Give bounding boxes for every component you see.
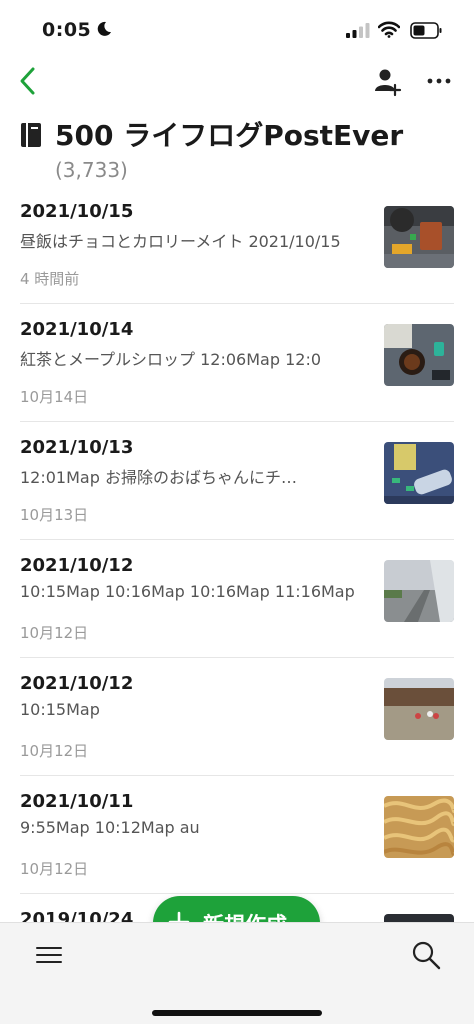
note-thumbnail-image (384, 324, 454, 386)
note-thumbnail-image (384, 678, 454, 740)
note-thumbnail-image (384, 206, 454, 268)
note-title: 2021/10/14 (20, 319, 134, 340)
note-item[interactable]: 2021/10/14 紅茶とメープルシロップ 12:06Map 12:0 10月… (20, 304, 454, 422)
note-item[interactable]: 2021/10/12 10:15Map 10月12日 (20, 658, 454, 776)
signal-icon (346, 23, 370, 38)
note-snippet: 12:01Map お掃除のおばちゃんにチ… (20, 468, 297, 487)
bottom-toolbar (0, 922, 474, 1024)
note-thumbnail-image (384, 560, 454, 622)
note-thumbnail-image (384, 796, 454, 858)
note-list: 2021/10/15 昼飯はチョコとカロリーメイト 2021/10/15 4 時… (0, 186, 474, 922)
note-item[interactable]: 2021/10/15 昼飯はチョコとカロリーメイト 2021/10/15 4 時… (20, 186, 454, 304)
battery-icon (410, 22, 442, 39)
note-snippet: 昼飯はチョコとカロリーメイト 2021/10/15 (20, 232, 341, 251)
note-date: 10月12日 (20, 860, 89, 878)
top-bar (0, 60, 474, 104)
note-date: 10月14日 (20, 388, 89, 406)
home-indicator (152, 1010, 322, 1016)
notebook-title: 500 ライフログPostEver (55, 119, 404, 152)
note-date: 10月12日 (20, 624, 89, 642)
back-chevron-icon[interactable] (12, 64, 46, 98)
note-item[interactable]: 2021/10/12 10:15Map 10:16Map 10:16Map 11… (20, 540, 454, 658)
note-thumbnail-image (384, 914, 454, 922)
notebook-icon (21, 123, 41, 147)
note-item[interactable]: 2021/10/13 12:01Map お掃除のおばちゃんにチ… 10月13日 (20, 422, 454, 540)
note-date: 10月13日 (20, 506, 89, 524)
notebook-note-count: (3,733) (55, 158, 128, 182)
note-snippet: 紅茶とメープルシロップ 12:06Map 12:0 (20, 350, 322, 369)
wifi-icon (378, 21, 400, 38)
status-time: 0:05 (42, 19, 92, 41)
note-date: 10月12日 (20, 742, 89, 760)
moon-icon (97, 21, 111, 36)
note-title: 2021/10/12 (20, 673, 134, 694)
note-thumbnail-image (384, 442, 454, 504)
note-title: 2021/10/13 (20, 437, 134, 458)
more-options-icon[interactable] (422, 64, 456, 98)
share-add-user-icon[interactable] (370, 64, 404, 98)
note-item[interactable]: 2021/10/11 9:55Map 10:12Map au 10月12日 (20, 776, 454, 894)
note-title: 2021/10/15 (20, 201, 134, 222)
search-icon[interactable] (408, 937, 444, 973)
note-title: 2021/10/11 (20, 791, 134, 812)
note-snippet: 10:15Map 10:16Map 10:16Map 11:16Map (20, 582, 355, 601)
note-snippet: 9:55Map 10:12Map au (20, 818, 200, 837)
hamburger-menu-icon[interactable] (32, 940, 66, 970)
note-title: 2019/10/24 (20, 909, 134, 922)
notebook-header: 500 ライフログPostEver (0, 114, 474, 160)
status-bar: 0:05 (0, 0, 474, 60)
note-snippet: 10:15Map (20, 700, 100, 719)
note-title: 2021/10/12 (20, 555, 134, 576)
note-date: 4 時間前 (20, 270, 80, 288)
